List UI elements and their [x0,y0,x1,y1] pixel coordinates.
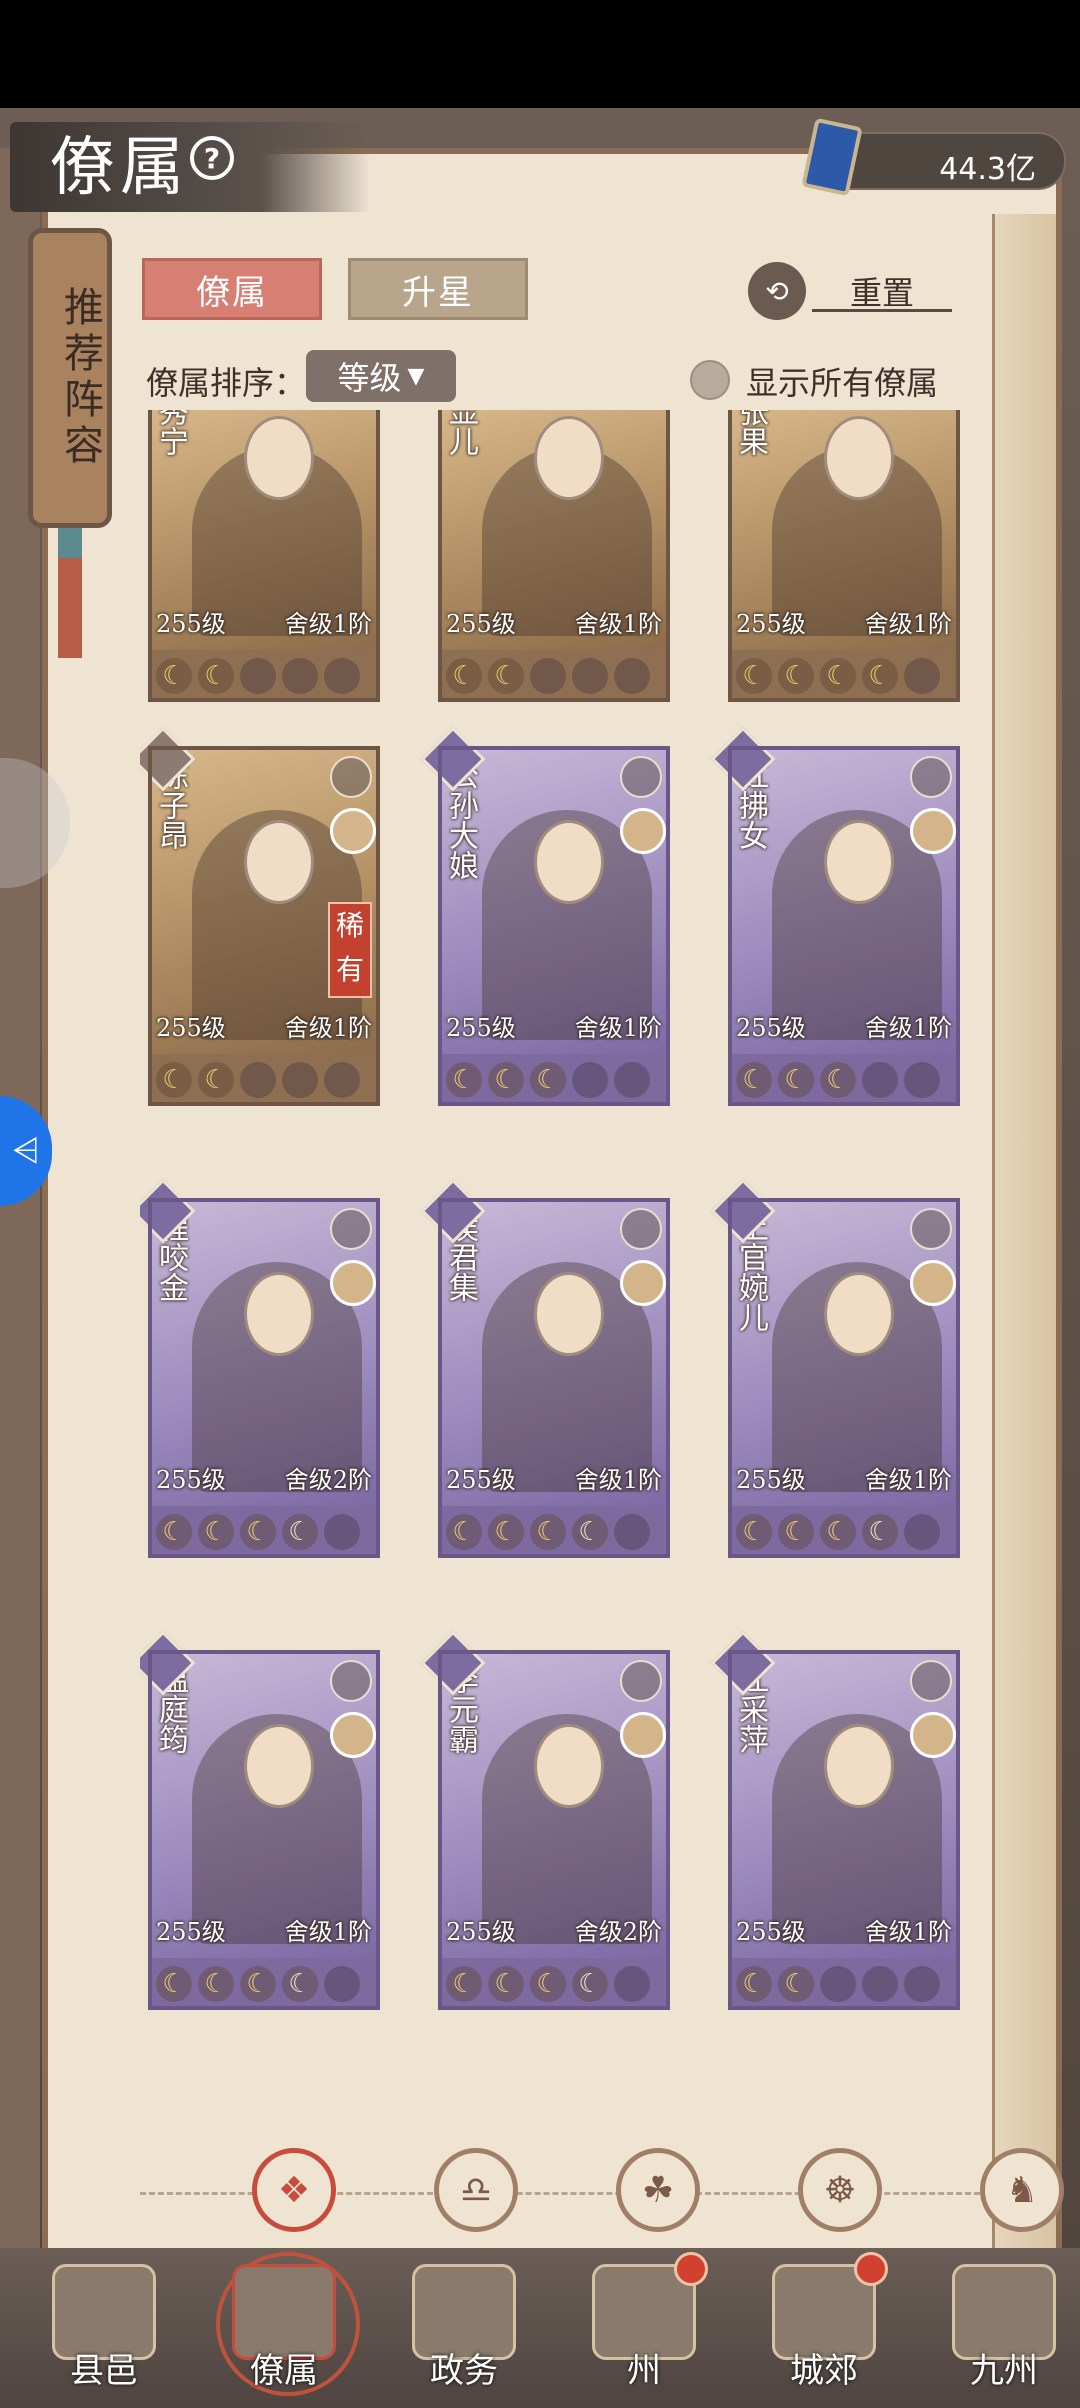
beast-filter-button[interactable]: ♞ [980,2148,1064,2232]
tab-retainers[interactable]: 僚属 [142,258,322,320]
card-frame [148,410,380,702]
card-frame [148,1650,380,2010]
question-circle-icon[interactable]: ? [190,136,234,180]
retainer-card[interactable]: 江采萍 255级 舍级1阶 ☾ ☾ [710,1630,960,2010]
retainer-card[interactable]: 秀宁 255级 舍级1阶 ☾ ☾ [148,410,380,702]
card-frame [728,410,960,702]
nav-item-6[interactable]: 九州 [934,2258,1074,2398]
card-frame [438,746,670,1106]
nav-label: 州 [627,2351,661,2391]
card-frame [438,1650,670,2010]
sort-label: 僚属排序： [146,364,307,402]
all-filter-button[interactable]: ❖ [252,2148,336,2232]
bottom-nav: 县邑 僚属 政务 州 城郊 九州 [0,2248,1080,2408]
type-filter-row: ❖ ♎ ☘ ☸ ♞ [140,2138,1064,2248]
cat-filter-button[interactable]: ☘ [616,2148,700,2232]
nav-label: 城郊 [790,2351,858,2391]
card-frame [728,1650,960,2010]
retainer-card[interactable]: 红拂女 255级 舍级1阶 ☾ ☾ ☾ [710,726,960,1106]
fan-filter-button[interactable]: ☸ [798,2148,882,2232]
card-frame [148,746,380,1106]
page-curl [992,214,1056,2334]
recommend-lineup-tag[interactable]: 推荐阵容 [28,228,112,528]
blue-book-icon [801,117,863,197]
show-all-label: 显示所有僚属 [746,364,939,402]
currency-display: 44.3亿 [801,117,1066,197]
card-frame [438,410,670,702]
retainer-card[interactable]: 张果 255级 舍级1阶 ☾ ☾ ☾ ☾ [728,410,960,702]
show-all-toggle[interactable] [690,360,730,400]
card-frame [148,1198,380,1558]
tab-star-up[interactable]: 升星 [348,258,528,320]
retainer-card[interactable]: 程咬金 255级 舍级2阶 ☾ ☾ ☾ ☾ [140,1178,380,1558]
nav-item-4[interactable]: 州 [574,2252,714,2398]
retainer-card[interactable]: 温庭筠 255级 舍级1阶 ☾ ☾ ☾ ☾ [140,1630,380,2010]
nav-item-3[interactable]: 政务 [394,2258,534,2398]
sort-value: 等级 [337,359,402,397]
chevron-down-icon: ▼ [407,363,425,389]
reset-button[interactable]: 重置 [812,268,952,312]
retainer-card[interactable]: 侯君集 255级 舍级1阶 ☾ ☾ ☾ ☾ [420,1178,670,1558]
nav-label: 僚属 [250,2351,318,2391]
retainer-card[interactable]: 陈子昂 稀有 255级 舍级1阶 ☾ ☾ [140,726,380,1106]
nav-label: 九州 [970,2351,1038,2391]
nav-item-1[interactable]: 县邑 [34,2258,174,2398]
bell-filter-button[interactable]: ♎ [434,2148,518,2232]
card-frame [438,1198,670,1558]
retainer-grid: 秀宁 255级 舍级1阶 ☾ ☾ 显儿 255级 舍级1阶 ☾ ☾ 张果 255级 舍级1阶 ☾ ☾ ☾ ☾ 陈子… [140,410,980,2130]
tassel-decoration [58,528,82,658]
card-frame [728,746,960,1106]
page-title: 僚属 [50,131,190,205]
reset-icon[interactable]: ⟲ [748,262,806,320]
sort-dropdown[interactable]: 等级 ▼ [306,350,456,402]
retainer-card[interactable]: 李元霸 255级 舍级2阶 ☾ ☾ ☾ ☾ [420,1630,670,2010]
retainer-card[interactable]: 显儿 255级 舍级1阶 ☾ ☾ [438,410,670,702]
nav-item-5[interactable]: 城郊 [754,2252,894,2398]
nav-label: 县邑 [70,2351,138,2391]
currency-value: 44.3亿 [939,152,1036,187]
nav-label: 政务 [430,2351,498,2391]
notification-dot [674,2252,708,2286]
retainer-card[interactable]: 上官婉儿 255级 舍级1阶 ☾ ☾ ☾ ☾ [710,1178,960,1558]
notification-dot [854,2252,888,2286]
nav-item-2[interactable]: 僚属 [214,2252,360,2398]
retainer-card[interactable]: 公孙大娘 255级 舍级1阶 ☾ ☾ ☾ [420,726,670,1106]
game-scene: 僚属 ? 44.3亿 推荐阵容 僚属 升星 ⟲ 重置 僚属排序： 等级 ▼ 显示… [0,108,1080,2408]
card-frame [728,1198,960,1558]
